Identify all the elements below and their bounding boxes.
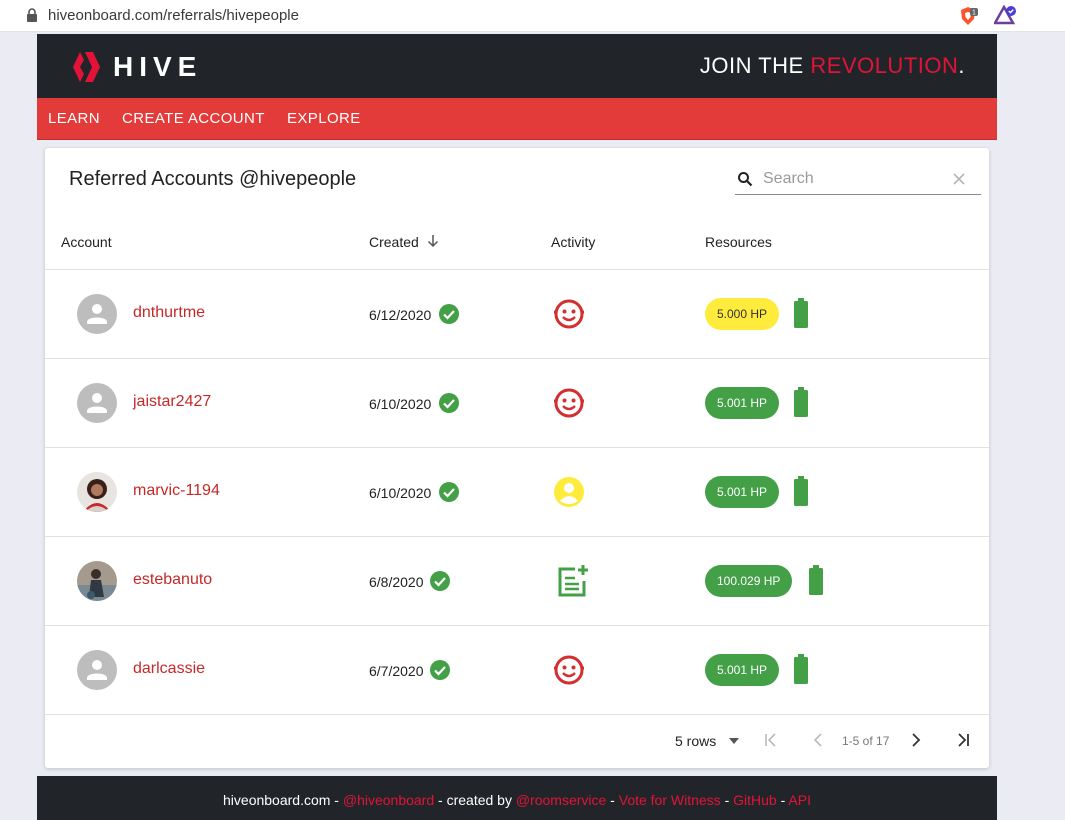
- hive-power-badge: 5.001 HP: [705, 387, 780, 419]
- created-date: 6/8/2020: [369, 574, 424, 590]
- address-url[interactable]: hiveonboard.com/referrals/hivepeople: [48, 7, 299, 24]
- nav-learn[interactable]: LEARN: [48, 110, 100, 127]
- extension-badge: 1: [972, 10, 976, 17]
- user-photo: [77, 472, 117, 512]
- footer-link-hiveonboard[interactable]: @hiveonboard: [343, 792, 434, 808]
- hive-power-badge: 100.029 HP: [705, 565, 793, 597]
- footer-link-roomservice[interactable]: @roomservice: [516, 792, 606, 808]
- site-header: HIVE JOIN THE REVOLUTION.: [37, 34, 997, 98]
- search-icon: [738, 172, 753, 187]
- default-avatar: [77, 294, 117, 334]
- footer-separator: -: [720, 792, 734, 808]
- user-photo: [77, 561, 117, 601]
- lock-icon: [27, 8, 37, 22]
- rewards-triangle-icon[interactable]: [994, 5, 1018, 25]
- baby-face-icon: [554, 388, 584, 418]
- default-avatar: [77, 650, 117, 690]
- table-row: darlcassie 6/7/2020 5.001 HP: [45, 626, 989, 715]
- previous-page-icon[interactable]: [811, 732, 825, 748]
- footer-link-vote-witness[interactable]: Vote for Witness: [619, 792, 721, 808]
- site-footer: hiveonboard.com - @hiveonboard - created…: [37, 776, 997, 820]
- sort-arrow-down-icon[interactable]: [427, 234, 439, 248]
- brand-name[interactable]: HIVE: [113, 51, 202, 83]
- brave-shield-icon[interactable]: 1: [958, 6, 978, 26]
- table-row: estebanuto 6/8/2020 100.029 HP: [45, 537, 989, 626]
- footer-link-api[interactable]: API: [788, 792, 811, 808]
- table-row: jaistar2427 6/10/2020 5.001 HP: [45, 359, 989, 448]
- baby-face-icon: [554, 299, 584, 329]
- person-icon: [87, 304, 107, 324]
- clear-search-icon[interactable]: [953, 173, 965, 185]
- page-range: 1-5 of 17: [842, 734, 890, 748]
- search-input[interactable]: [763, 168, 943, 190]
- rows-per-page-select[interactable]: 5 rows: [675, 733, 716, 749]
- verified-check-icon: [439, 304, 459, 324]
- created-date: 6/10/2020: [369, 485, 432, 501]
- search-box: [735, 164, 981, 195]
- battery-full-icon: [809, 565, 823, 595]
- browser-address-bar: hiveonboard.com/referrals/hivepeople 1: [0, 0, 1065, 32]
- battery-full-icon: [794, 387, 808, 417]
- account-name-link[interactable]: dnthurtme: [133, 304, 205, 322]
- hive-power-badge: 5.001 HP: [705, 654, 780, 686]
- created-date: 6/7/2020: [369, 663, 424, 679]
- verified-check-icon: [439, 482, 459, 502]
- next-page-icon[interactable]: [909, 732, 923, 748]
- footer-created-by: - created by: [434, 792, 516, 808]
- photo-avatar: [77, 561, 117, 601]
- photo-avatar: [77, 472, 117, 512]
- created-date: 6/12/2020: [369, 307, 432, 323]
- account-name-link[interactable]: darlcassie: [133, 660, 205, 678]
- nav-create-account[interactable]: CREATE ACCOUNT: [122, 110, 265, 127]
- account-name-link[interactable]: estebanuto: [133, 571, 212, 589]
- tagline: JOIN THE REVOLUTION.: [699, 53, 965, 78]
- nav-explore[interactable]: EXPLORE: [287, 110, 361, 127]
- person-icon: [87, 393, 107, 413]
- column-header-created[interactable]: Created: [369, 234, 419, 250]
- table-pagination: 5 rows 1-5 of 17: [45, 714, 989, 768]
- verified-check-icon: [430, 571, 450, 591]
- column-header-activity[interactable]: Activity: [551, 234, 595, 250]
- footer-separator: -: [776, 792, 789, 808]
- column-header-account[interactable]: Account: [61, 234, 112, 250]
- column-header-resources[interactable]: Resources: [705, 234, 772, 250]
- hive-logo-icon[interactable]: [71, 52, 105, 82]
- account-name-link[interactable]: jaistar2427: [133, 393, 211, 411]
- face-icon: [554, 477, 584, 507]
- hive-power-badge: 5.001 HP: [705, 476, 780, 508]
- battery-full-icon: [794, 476, 808, 506]
- footer-link-github[interactable]: GitHub: [733, 792, 777, 808]
- dropdown-arrow-icon[interactable]: [729, 738, 739, 744]
- verified-check-icon: [439, 393, 459, 413]
- created-date: 6/10/2020: [369, 396, 432, 412]
- default-avatar: [77, 383, 117, 423]
- table-row: marvic-1194 6/10/2020 5.001 HP: [45, 448, 989, 537]
- footer-separator: -: [606, 792, 619, 808]
- referrals-card: Referred Accounts @hivepeople Account Cr…: [45, 148, 989, 768]
- verified-check-icon: [430, 660, 450, 680]
- card-title: Referred Accounts @hivepeople: [69, 168, 357, 190]
- account-name-link[interactable]: marvic-1194: [133, 482, 220, 500]
- table-row: dnthurtme 6/12/2020 5.000 HP: [45, 270, 989, 359]
- baby-face-icon: [554, 655, 584, 685]
- main-nav: LEARN CREATE ACCOUNT EXPLORE: [37, 98, 997, 140]
- post-add-icon: [558, 565, 588, 597]
- person-icon: [87, 660, 107, 680]
- footer-site: hiveonboard.com -: [223, 792, 343, 808]
- battery-full-icon: [794, 298, 808, 328]
- hive-power-badge: 5.000 HP: [705, 298, 780, 330]
- battery-full-icon: [794, 654, 808, 684]
- last-page-icon[interactable]: [955, 732, 971, 748]
- first-page-icon[interactable]: [763, 732, 779, 748]
